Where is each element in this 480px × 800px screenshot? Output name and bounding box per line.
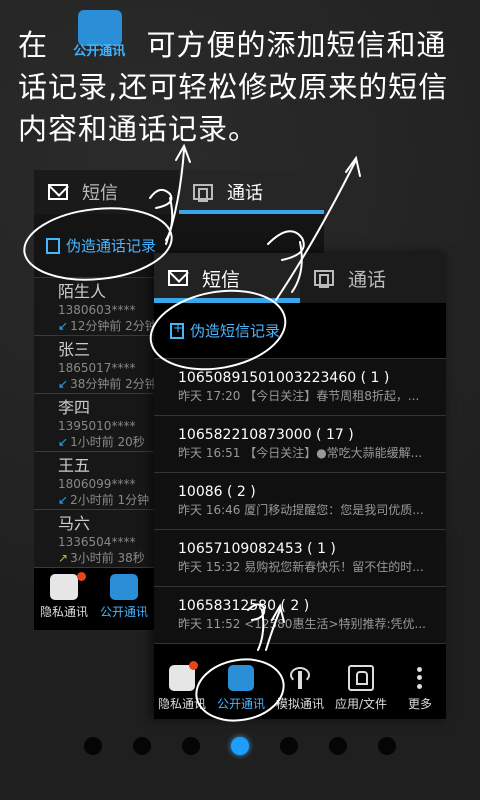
incoming-arrow-icon: ↙ [58, 319, 69, 333]
sms-sender: 10658221087300​0 ( 17 ) [178, 427, 354, 443]
notification-dot [189, 661, 199, 670]
fake-sms-record-button[interactable]: 伪造短信记录 [154, 303, 446, 359]
active-tab-indicator [179, 210, 324, 214]
tab-calls[interactable]: 通话 [300, 253, 446, 303]
sms-list-item[interactable]: 10086 ( 2 ) 昨天 16:46 厦门移动提醒您：您是我司优质... [154, 473, 446, 530]
sms-sender: 10657109082453 ( 1 ) [178, 541, 336, 557]
pager-dot[interactable] [182, 737, 200, 755]
bottom-nav: 隐私通讯 公开通讯 模拟通讯 应用/文件 更多 [154, 657, 446, 719]
nav-more[interactable]: 更多 [398, 657, 442, 719]
call-meta-text: 38分钟前 2分钟 [70, 377, 157, 391]
copy-icon [193, 184, 213, 202]
envelope-icon [48, 184, 68, 200]
sms-preview: 昨天 16:46 厦门移动提醒您：您是我司优质... [178, 503, 424, 517]
tab-sms[interactable]: 短信 [154, 253, 300, 303]
call-meta-text: 3小时前 38秒 [70, 551, 145, 565]
pager-dot[interactable] [378, 737, 396, 755]
sms-sender: 10650891501003223460 ( 1 ) [178, 370, 390, 386]
tab-label: 短信 [202, 268, 241, 291]
sms-preview: 昨天 17:20 【今日关注】春节周租8折起，... [178, 389, 420, 403]
nav-label: 隐私通讯 [39, 605, 88, 619]
sms-preview: 昨天 16:51 【今日关注】●常吃大蒜能缓解... [178, 446, 423, 460]
public-comm-icon [227, 665, 254, 691]
nav-label: 公开通讯 [216, 697, 265, 711]
nav-public-comm-back[interactable]: 公开通讯 [94, 568, 154, 630]
tab-label: 通话 [227, 183, 263, 204]
sms-preview: 昨天 11:52 <12580惠生活>特别推荐:凭优... [178, 617, 426, 631]
page-indicator [84, 737, 396, 755]
pager-dot-active[interactable] [231, 737, 249, 755]
headline-prefix: 在 [18, 28, 49, 62]
sms-sender: 10658312580 ( 2 ) [178, 598, 310, 614]
copy-icon [314, 270, 334, 288]
incoming-arrow-icon: ↙ [58, 493, 69, 507]
public-comm-icon [78, 10, 123, 46]
nav-label: 应用/文件 [334, 697, 387, 711]
nav-public-comm[interactable]: 公开通讯 [217, 657, 265, 719]
sms-preview: 昨天 15:32 易购祝您新春快乐！留不住的时... [178, 560, 424, 574]
tab-calls-back[interactable]: 通话 [179, 170, 324, 214]
envelope-icon [168, 270, 188, 286]
private-comm-icon [50, 574, 78, 600]
public-comm-icon [110, 574, 138, 600]
front-tab-bar: 短信 通话 [154, 253, 446, 303]
nav-simulated-comm[interactable]: 模拟通讯 [276, 657, 324, 719]
outgoing-arrow-icon: ↗ [58, 551, 69, 565]
headline-text: 在 公开通讯 可方便的添加短信和通话记录,还可轻松修改原来的短信内容和通话记录。 [18, 10, 468, 150]
call-meta-text: 2小时前 1分钟 [70, 493, 150, 507]
sms-list-item[interactable]: 10657109082453 ( 1 ) 昨天 15:32 易购祝您新春快乐！留… [154, 530, 446, 587]
sms-list-item[interactable]: 10658312580 ( 2 ) 昨天 11:52 <12580惠生活>特别推… [154, 587, 446, 644]
back-tab-bar: 短信 通话 [34, 170, 324, 214]
public-comm-badge-label: 公开通讯 [73, 44, 126, 59]
incoming-arrow-icon: ↙ [58, 435, 69, 449]
sms-list-item[interactable]: 10658221087300​0 ( 17 ) 昨天 16:51 【今日关注】●… [154, 416, 446, 473]
tab-sms-back[interactable]: 短信 [34, 170, 179, 214]
add-document-icon [46, 237, 60, 254]
tab-label: 短信 [82, 183, 118, 204]
antenna-icon [287, 665, 313, 691]
notification-dot [77, 572, 86, 581]
action-label: 伪造短信记录 [190, 322, 281, 340]
public-comm-badge: 公开通讯 [64, 10, 130, 66]
sms-list-item[interactable]: 10650891501003223460 ( 1 ) 昨天 17:20 【今日关… [154, 359, 446, 416]
action-label: 伪造通话记录 [66, 237, 157, 255]
nav-private-comm-back[interactable]: 隐私通讯 [34, 568, 94, 630]
lock-icon [347, 665, 374, 691]
nav-label: 模拟通讯 [275, 697, 324, 711]
nav-label: 隐私通讯 [158, 697, 207, 711]
tab-label: 通话 [348, 268, 387, 291]
sms-sender: 10086 ( 2 ) [178, 484, 256, 500]
active-tab-indicator [154, 298, 300, 303]
nav-apps-files[interactable]: 应用/文件 [335, 657, 387, 719]
call-meta-text: 12分钟前 2分钟 [70, 319, 157, 333]
incoming-arrow-icon: ↙ [58, 377, 69, 391]
nav-private-comm[interactable]: 隐私通讯 [158, 657, 206, 719]
more-dots-icon [417, 665, 423, 691]
nav-label: 更多 [407, 697, 432, 711]
pager-dot[interactable] [133, 737, 151, 755]
nav-label: 公开通讯 [99, 605, 148, 619]
sms-screen: 短信 通话 伪造短信记录 10650891501003223460 ( 1 ) … [154, 253, 446, 719]
pager-dot[interactable] [329, 737, 347, 755]
call-meta-text: 1小时前 20秒 [70, 435, 145, 449]
add-document-icon [170, 321, 184, 339]
pager-dot[interactable] [280, 737, 298, 755]
pager-dot[interactable] [84, 737, 102, 755]
